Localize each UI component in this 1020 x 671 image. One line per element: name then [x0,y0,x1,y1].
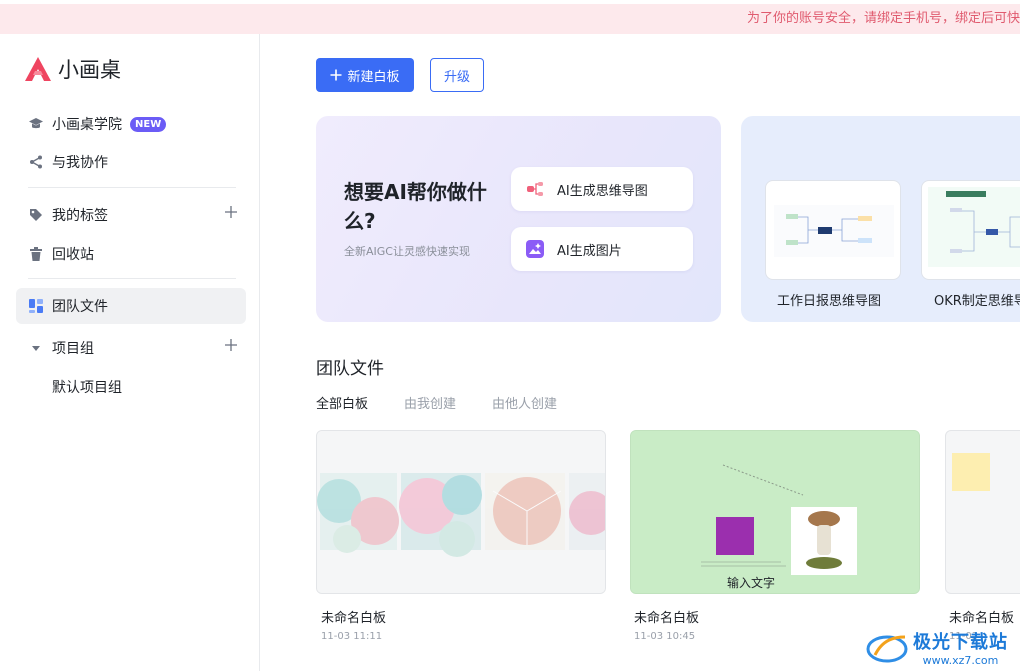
template-thumb-daily[interactable] [765,180,901,280]
site-watermark: 极光下载站 www.xz7.com [865,628,1008,667]
ai-card-subtitle: 全新AIGC让灵感快速实现 [344,245,470,258]
watermark-text: 极光下载站 [913,632,1008,653]
add-project-icon[interactable] [224,338,238,352]
grid-icon [28,298,44,314]
upgrade-button[interactable]: 升级 [430,58,484,92]
file-name[interactable]: 未命名白板 [634,607,699,626]
logo-icon [25,57,51,81]
main-content: 新建白板 升级 想要AI帮你做什么? 全新AIGC让灵感快速实现 AI生成思维导… [261,34,1020,671]
sidebar-divider [28,187,236,188]
file-card[interactable] [316,430,606,594]
file-card[interactable]: 输入文字 [630,430,920,594]
watermark-url: www.xz7.com [922,654,999,667]
sidebar-item-label: 我的标签 [52,208,108,224]
file-card[interactable] [945,430,1020,594]
caret-down-icon[interactable] [28,340,44,356]
sidebar-item-label: 项目组 [52,341,94,357]
sticky-note [952,453,990,491]
ai-mindmap-label: AI生成思维导图 [557,183,648,199]
mindmap-icon [527,182,543,196]
sidebar-item-collab[interactable]: 与我协作 [16,144,246,180]
section-title: 团队文件 [316,359,384,379]
new-badge: NEW [130,116,167,132]
tag-icon [28,207,44,223]
app-logo[interactable]: 小画桌 [24,54,121,84]
file-date: 11-03 11:11 [321,631,383,642]
watermark-logo-icon [866,635,908,662]
plus-icon [330,69,342,81]
image-icon [526,240,544,258]
whiteboard-preview [631,431,919,593]
sidebar-item-label: 回收站 [52,247,94,263]
sidebar: 小画桌 小画桌学院 NEW 与我协作 我的标签 回收站 团队文件 项目组 默认项… [0,34,260,671]
ai-card-title: 想要AI帮你做什么? [344,180,487,233]
template-label-daily: 工作日报思维导图 [777,294,882,309]
share-icon [28,154,44,170]
sidebar-item-label: 团队文件 [52,299,108,315]
sidebar-item-label: 与我协作 [52,155,108,171]
sidebar-item-trash[interactable]: 回收站 [16,236,246,272]
app-name: 小画桌 [58,58,121,82]
ai-mindmap-button[interactable]: AI生成思维导图 [511,167,693,211]
ai-image-button[interactable]: AI生成图片 [511,227,693,271]
template-label-okr: OKR制定思维导 [934,294,1020,309]
ai-image-label: AI生成图片 [557,243,622,259]
tab-created-by-me[interactable]: 由我创建 [404,393,456,412]
sidebar-item-project-group[interactable]: 项目组 [16,330,246,366]
new-whiteboard-label: 新建白板 [347,69,400,85]
canvas-text: 输入文字 [727,576,776,590]
file-date: 11-03 10:45 [634,631,696,642]
upgrade-label: 升级 [443,69,470,85]
template-card: 工作日报思维导图 OKR制定思维导 [741,116,1020,322]
tab-created-by-others[interactable]: 由他人创建 [492,393,557,412]
trash-icon [28,246,44,262]
sidebar-item-default-project[interactable]: 默认项目组 [16,369,246,405]
file-name[interactable]: 未命名白板 [321,607,386,626]
mindmap-preview-icon [928,187,1020,267]
sidebar-divider [28,278,236,279]
graduation-cap-icon [28,116,44,132]
new-whiteboard-button[interactable]: 新建白板 [316,58,414,92]
sidebar-item-label: 小画桌学院 [52,117,122,133]
sidebar-item-label: 默认项目组 [52,380,122,396]
sidebar-item-team-files[interactable]: 团队文件 [16,288,246,324]
sidebar-item-tags[interactable]: 我的标签 [16,197,246,233]
template-thumb-okr[interactable] [921,180,1020,280]
banner-text: 为了你的账号安全，请绑定手机号，绑定后可快 [746,11,1020,26]
binding-warning-banner[interactable]: 为了你的账号安全，请绑定手机号，绑定后可快 [0,4,1020,34]
ai-promo-card: 想要AI帮你做什么? 全新AIGC让灵感快速实现 AI生成思维导图 AI生成图片 [316,116,721,322]
add-tag-icon[interactable] [224,205,238,219]
tab-all[interactable]: 全部白板 [316,393,368,412]
mindmap-preview-icon [774,205,894,257]
umbrella-image [317,431,605,593]
file-name[interactable]: 未命名白板 [949,607,1014,626]
sidebar-item-academy[interactable]: 小画桌学院 NEW [16,106,246,142]
